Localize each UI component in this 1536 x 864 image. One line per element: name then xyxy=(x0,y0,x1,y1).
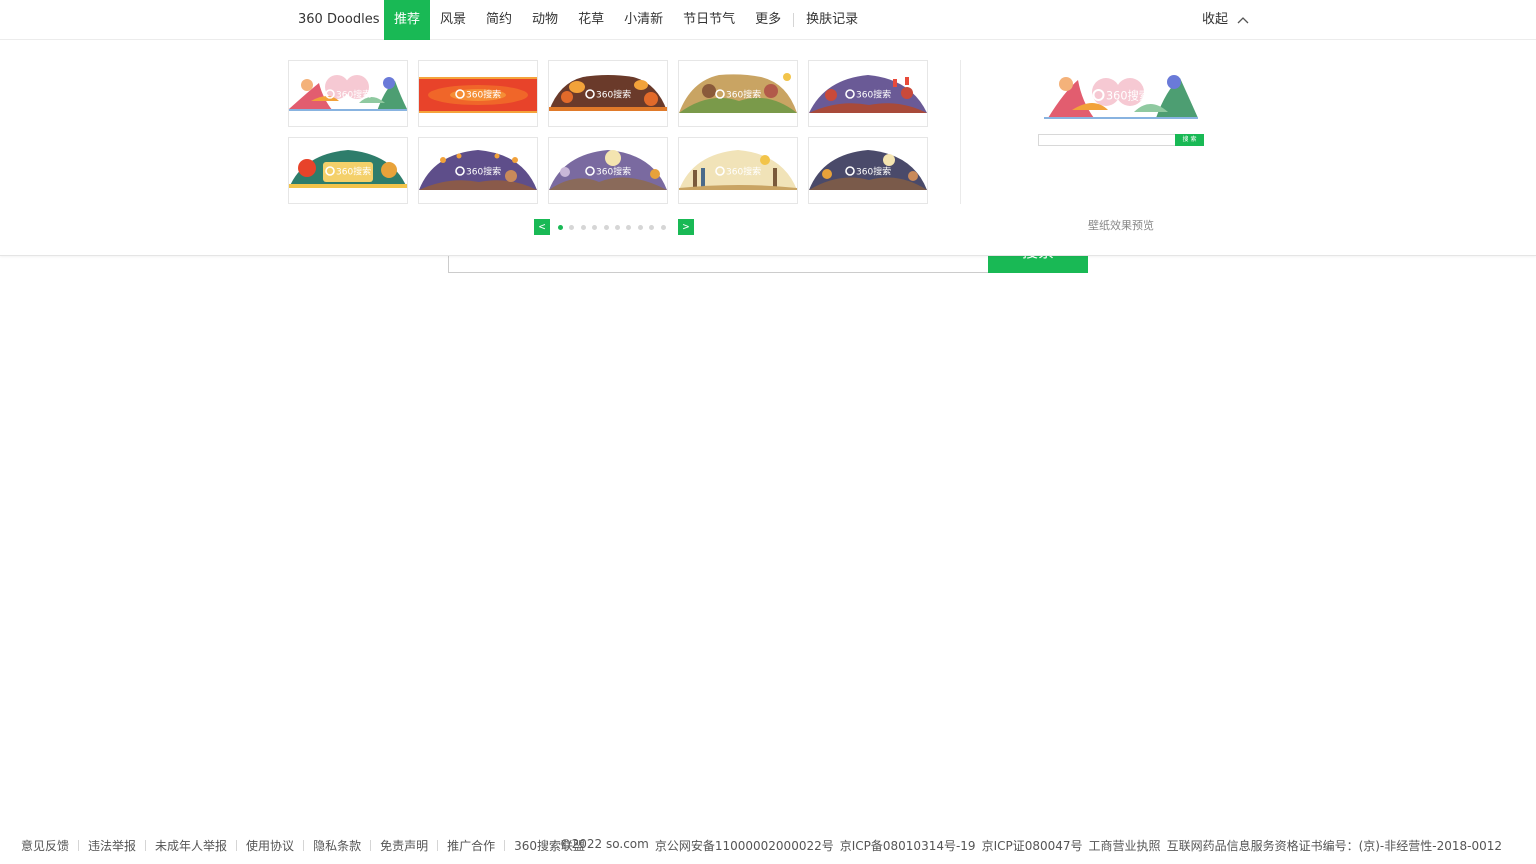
footer-divider xyxy=(504,840,506,851)
copyright: ©2022 so.com xyxy=(559,837,649,851)
footer-link-privacy[interactable]: 隐私条款 xyxy=(313,837,361,854)
search-logo-text: 360搜索 xyxy=(596,89,631,101)
doodle-art-new-year: 360搜索 xyxy=(289,138,407,203)
footer-link-minor-report[interactable]: 未成年人举报 xyxy=(155,837,227,854)
collapse-label: 收起 xyxy=(1202,12,1229,27)
search-logo-text: 360搜索 xyxy=(466,166,501,178)
tab-recommended[interactable]: 推荐 xyxy=(384,0,431,40)
footer-legal: ©2022 so.com 京公网安备11000002000022号 京ICP备0… xyxy=(554,837,1502,854)
doodle-art-red-banner: 360搜索 xyxy=(419,61,537,126)
page-dot-1[interactable] xyxy=(558,224,563,230)
search-logo-text: 360搜索 xyxy=(856,89,891,101)
top-nav: 360 Doodles 推荐 风景 简约 动物 花草 小清新 节日节气 更多 换… xyxy=(0,0,1536,40)
tab-festivals[interactable]: 节日节气 xyxy=(673,0,745,40)
prev-page-button[interactable]: < xyxy=(534,219,550,235)
preview-search-input xyxy=(1038,134,1175,146)
preview-caption: 壁纸效果预览 xyxy=(1088,219,1154,232)
footer-divider xyxy=(236,840,238,851)
page-dot-10[interactable] xyxy=(660,224,666,230)
page-dot-3[interactable] xyxy=(580,224,586,230)
doodle-art-mid-autumn: 360搜索 xyxy=(549,138,667,203)
footer-link-feedback[interactable]: 意见反馈 xyxy=(21,837,69,854)
footer-link-disclaimer[interactable]: 免责声明 xyxy=(380,837,428,854)
tab-skin-history[interactable]: 换肤记录 xyxy=(796,0,868,40)
skin-thumbnail-10[interactable]: 360搜索 xyxy=(808,137,928,204)
skin-thumbnail-1[interactable]: 360搜索 xyxy=(288,60,408,127)
police-record-link[interactable]: 京公网安备11000002000022号 xyxy=(655,837,834,854)
preview-search-button: 搜 索 xyxy=(1175,134,1204,146)
footer: 意见反馈 违法举报 未成年人举报 使用协议 隐私条款 免责声明 推广合作 360… xyxy=(0,837,1536,855)
page-dot-5[interactable] xyxy=(603,224,609,230)
doodle-art-festival-people: 360搜索 xyxy=(289,61,407,126)
footer-divider xyxy=(145,840,147,851)
search-logo-text: 360搜索 xyxy=(1106,88,1150,102)
skin-pager: < > xyxy=(534,219,694,235)
skin-thumbnail-6[interactable]: 360搜索 xyxy=(288,137,408,204)
drug-info-license[interactable]: 互联网药品信息服务资格证书编号：(京)-非经营性-2018-0012 xyxy=(1167,837,1502,854)
page-dot-9[interactable] xyxy=(649,224,655,230)
search-logo-text: 360搜索 xyxy=(466,89,501,101)
panel-divider xyxy=(960,60,961,204)
footer-divider xyxy=(370,840,372,851)
icp-record-link[interactable]: 京ICP备08010314号-19 xyxy=(840,837,976,854)
doodle-art-lanterns: 360搜索 xyxy=(549,61,667,126)
tab-animals[interactable]: 动物 xyxy=(522,0,568,40)
preview-search-bar: 搜 索 xyxy=(1038,134,1204,146)
skin-panel: 360搜索 360搜索 360搜索 360搜索 360搜索 360搜索 360搜… xyxy=(0,40,1536,256)
footer-divider xyxy=(78,840,80,851)
footer-link-report[interactable]: 违法举报 xyxy=(88,837,136,854)
skin-thumbnail-9[interactable]: 360搜索 xyxy=(678,137,798,204)
collapse-button[interactable]: 收起 xyxy=(1202,0,1249,40)
page-dots xyxy=(558,224,672,230)
tab-fresh[interactable]: 小清新 xyxy=(614,0,673,40)
footer-divider xyxy=(437,840,439,851)
icp-license-link[interactable]: 京ICP证080047号 xyxy=(982,837,1083,854)
nav-tabs: 推荐 风景 简约 动物 花草 小清新 节日节气 更多 换肤记录 xyxy=(384,0,868,40)
doodle-art-lantern-night: 360搜索 xyxy=(419,138,537,203)
search-logo-text: 360搜索 xyxy=(726,166,761,178)
page-dot-2[interactable] xyxy=(569,224,575,230)
page-dot-6[interactable] xyxy=(614,224,620,230)
footer-links: 意见反馈 违法举报 未成年人举报 使用协议 隐私条款 免责声明 推广合作 360… xyxy=(21,837,585,854)
doodle-art-moon-night: 360搜索 xyxy=(809,138,927,203)
tab-more[interactable]: 更多 xyxy=(745,0,791,40)
skin-thumbnail-7[interactable]: 360搜索 xyxy=(418,137,538,204)
next-page-button[interactable]: > xyxy=(677,219,694,235)
nav-brand-360-doodles[interactable]: 360 Doodles xyxy=(298,0,380,40)
search-logo-text: 360搜索 xyxy=(856,166,891,178)
doodle-art-family-walk: 360搜索 xyxy=(679,138,797,203)
skin-thumbnail-3[interactable]: 360搜索 xyxy=(548,60,668,127)
business-license-link[interactable]: 工商营业执照 xyxy=(1089,837,1161,854)
search-logo-text: 360搜索 xyxy=(336,89,371,101)
page-dot-7[interactable] xyxy=(626,224,632,230)
nav-divider xyxy=(793,13,795,27)
footer-link-advertising[interactable]: 推广合作 xyxy=(447,837,495,854)
page-dot-4[interactable] xyxy=(592,224,598,230)
tab-flowers[interactable]: 花草 xyxy=(568,0,614,40)
preview-doodle-art: 360搜索 xyxy=(1044,75,1198,119)
footer-divider xyxy=(303,840,305,851)
skin-thumbnail-5[interactable]: 360搜索 xyxy=(808,60,928,127)
footer-link-terms[interactable]: 使用协议 xyxy=(246,837,294,854)
search-logo-text: 360搜索 xyxy=(336,166,371,178)
skin-thumbnail-2[interactable]: 360搜索 xyxy=(418,60,538,127)
skin-thumbnail-8[interactable]: 360搜索 xyxy=(548,137,668,204)
search-logo-text: 360搜索 xyxy=(726,89,761,101)
tab-minimal[interactable]: 简约 xyxy=(476,0,522,40)
tab-scenery[interactable]: 风景 xyxy=(430,0,476,40)
chevron-up-icon xyxy=(1237,17,1249,24)
doodle-art-dusk-family: 360搜索 xyxy=(809,61,927,126)
search-logo-text: 360搜索 xyxy=(596,166,631,178)
doodle-art-green-hills: 360搜索 xyxy=(679,61,797,126)
page-dot-8[interactable] xyxy=(637,224,643,230)
skin-thumbnail-4[interactable]: 360搜索 xyxy=(678,60,798,127)
